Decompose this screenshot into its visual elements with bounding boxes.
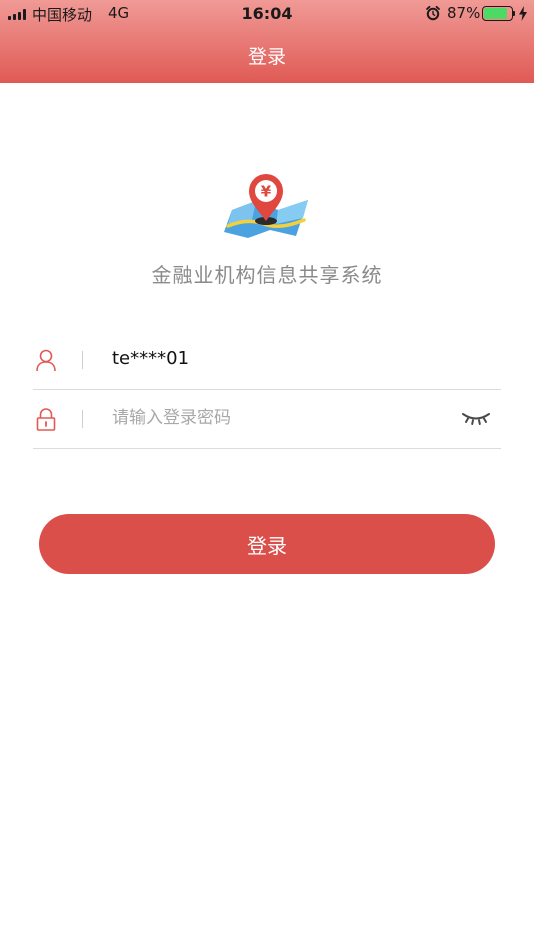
alarm-icon <box>426 5 440 21</box>
app-title: 金融业机构信息共享系统 <box>151 263 383 287</box>
battery-percent: 87% <box>447 4 481 22</box>
charging-bolt-icon <box>519 6 527 21</box>
nav-title: 登录 <box>247 46 286 68</box>
eye-closed-icon[interactable] <box>461 409 491 427</box>
status-bar: 中国移动 4G 16:04 87% <box>0 0 534 28</box>
lock-icon <box>36 408 56 431</box>
username-field[interactable]: te****01 <box>33 330 501 390</box>
username-value[interactable]: te****01 <box>112 348 189 369</box>
battery-level-fill <box>484 8 508 19</box>
field-divider <box>82 351 83 369</box>
login-button[interactable]: 登录 <box>39 514 495 574</box>
user-icon <box>36 349 56 372</box>
svg-text:¥: ¥ <box>261 183 272 201</box>
map-pin-yuan-logo: ¥ <box>224 174 308 238</box>
field-divider <box>82 410 83 428</box>
app-header: 中国移动 4G 16:04 87% 登录 <box>0 0 534 83</box>
battery-icon <box>482 6 513 21</box>
battery-tip <box>513 11 515 16</box>
password-input[interactable] <box>112 403 452 433</box>
password-field[interactable] <box>33 389 501 449</box>
